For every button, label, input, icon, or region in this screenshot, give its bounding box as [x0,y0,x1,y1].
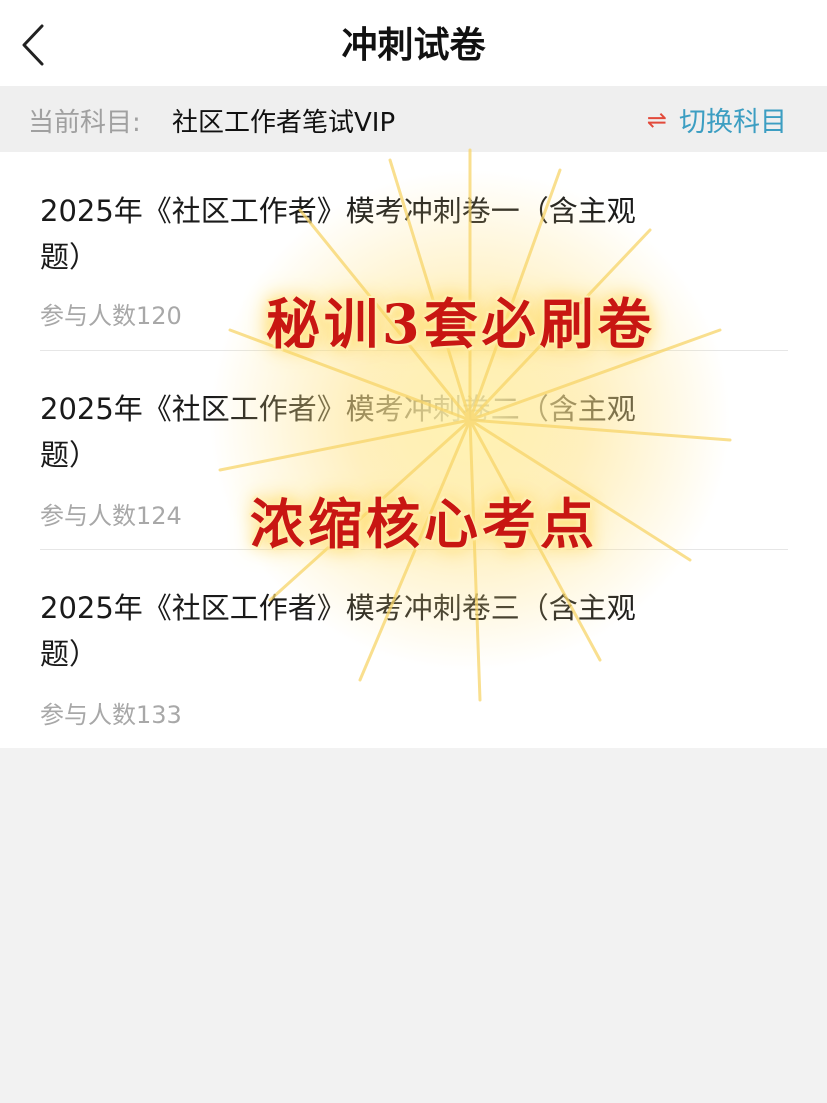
subject-bar: 当前科目: 社区工作者笔试VIP ⇌ 切换科目 [0,86,827,152]
divider [40,549,788,550]
participant-count: 参与人数133 [40,701,182,729]
paper-title: 2025年《社区工作者》模考冲刺卷三（含主观题） [40,591,636,671]
paper-title: 2025年《社区工作者》模考冲刺卷一（含主观题） [40,194,636,274]
current-subject-value: 社区工作者笔试VIP [172,108,396,138]
top-nav-bar: 冲刺试卷 [0,0,827,86]
paper-title: 2025年《社区工作者》模考冲刺卷二（含主观题） [40,392,636,472]
current-subject-label: 当前科目: [28,108,141,138]
switch-subject-label: 切换科目 [679,107,787,138]
paper-item[interactable]: 2025年《社区工作者》模考冲刺卷二（含主观题） 参与人数124 [40,386,788,530]
switch-subject-button[interactable]: ⇌ 切换科目 [647,100,787,139]
paper-item[interactable]: 2025年《社区工作者》模考冲刺卷三（含主观题） 参与人数133 [40,585,788,729]
paper-item[interactable]: 2025年《社区工作者》模考冲刺卷一（含主观题） 参与人数120 [40,188,788,330]
participant-count: 参与人数120 [40,302,182,330]
participant-count: 参与人数124 [40,502,182,530]
paper-list: 2025年《社区工作者》模考冲刺卷一（含主观题） 参与人数120 2025年《社… [0,152,827,748]
page-title: 冲刺试卷 [341,25,486,66]
divider [40,350,788,351]
swap-arrows-icon: ⇌ [646,105,667,134]
